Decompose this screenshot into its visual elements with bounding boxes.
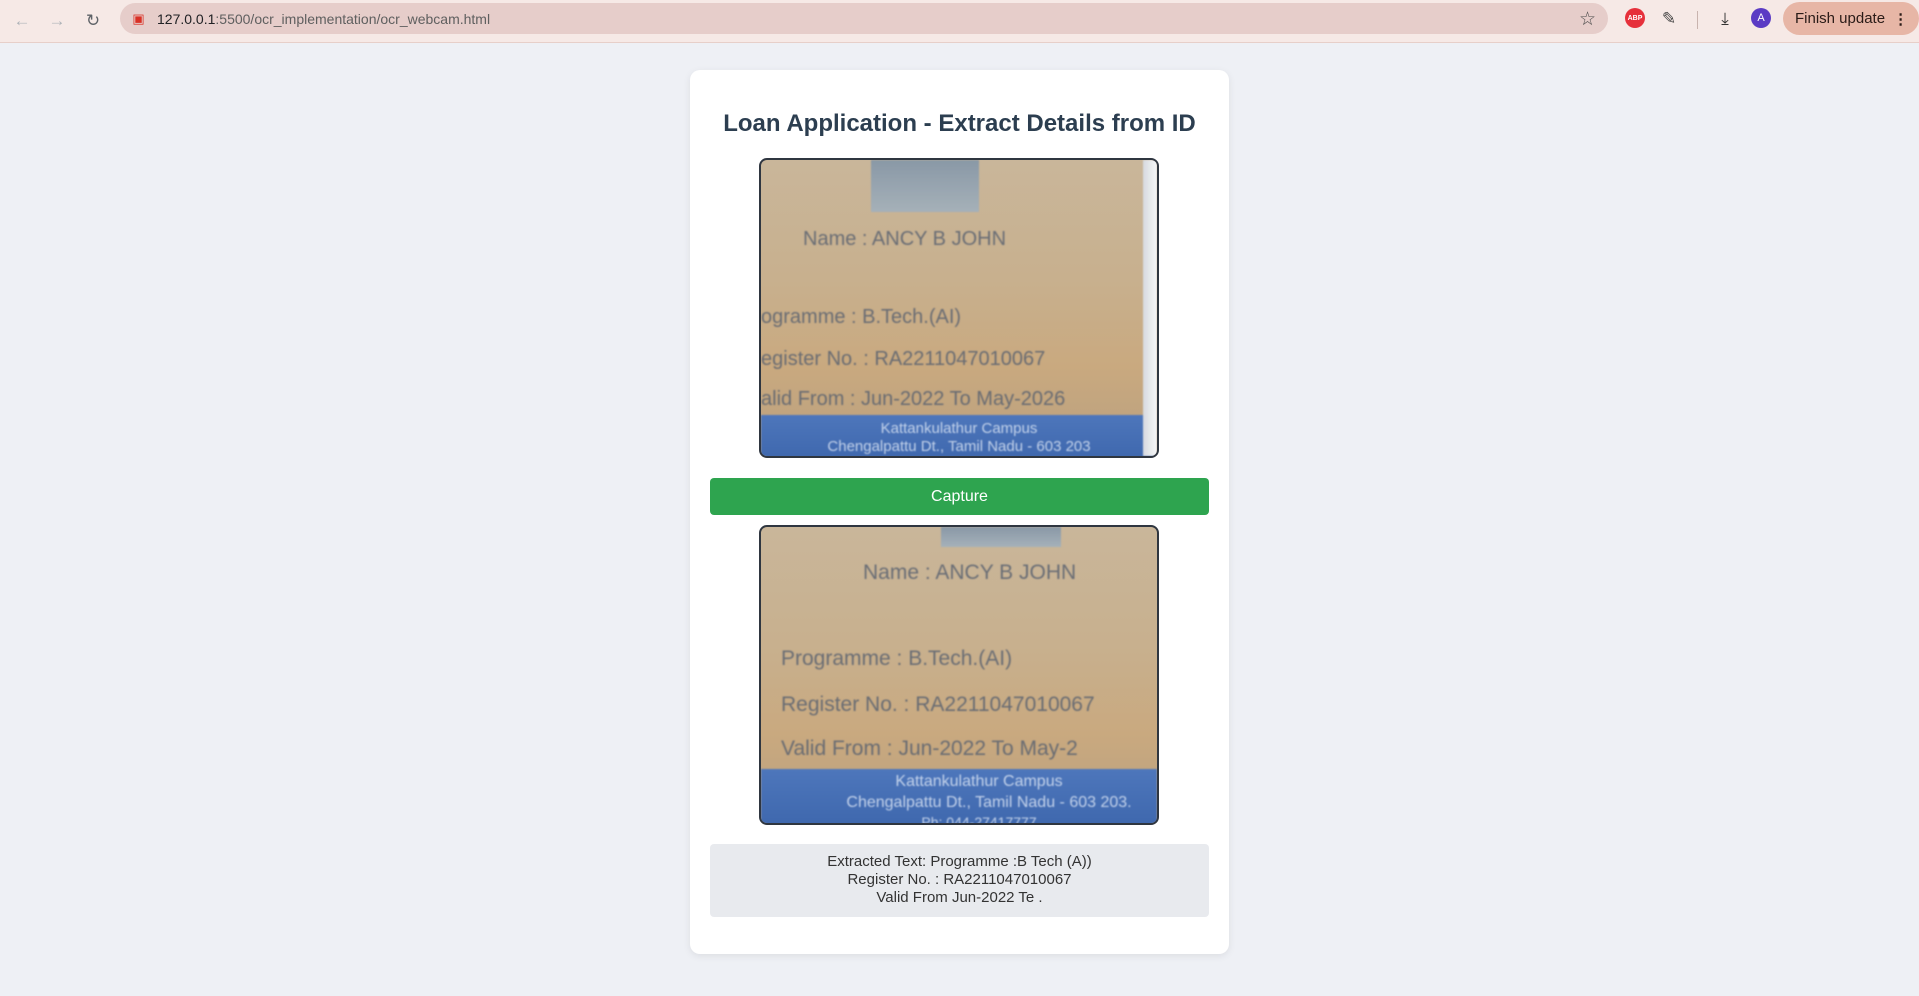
profile-avatar[interactable]: A: [1751, 8, 1771, 28]
page-title: Loan Application - Extract Details from …: [723, 110, 1196, 137]
id-valid-line: Valid From : Jun-2022 To May-2: [781, 737, 1078, 760]
extracted-text-line-3: Valid From Jun-2022 Te .: [876, 889, 1043, 906]
avatar-initial: A: [1757, 12, 1765, 24]
camera-in-use-icon[interactable]: ▣: [130, 10, 147, 27]
id-photo: [941, 527, 1061, 547]
band-address-line: Chengalpattu Dt., Tamil Nadu - 603 203: [827, 438, 1091, 455]
main-card: Loan Application - Extract Details from …: [690, 70, 1229, 954]
band-address-line: Chengalpattu Dt., Tamil Nadu - 603 203.: [846, 794, 1132, 811]
extracted-text-line-2: Register No. : RA2211047010067: [847, 871, 1072, 888]
id-valid-line: alid From : Jun-2022 To May-2026: [761, 388, 1066, 410]
finish-update-label: Finish update: [1795, 10, 1886, 27]
id-name-line: Name : ANCY B JOHN: [803, 228, 1007, 250]
id-programme-line: Programme : B.Tech.(AI): [781, 647, 1013, 670]
captured-snapshot: Name : ANCY B JOHN Programme : B.Tech.(A…: [759, 525, 1159, 825]
toolbar-divider: [1697, 11, 1698, 29]
id-register-line: egister No. : RA2211047010067: [761, 348, 1046, 370]
more-vert-icon: ⋮: [1893, 10, 1909, 28]
id-blue-band: Kattankulathur Campus Chengalpattu Dt., …: [761, 769, 1157, 825]
reload-icon[interactable]: ↻: [79, 7, 107, 35]
browser-toolbar: ← → ↻ ▣ 127.0.0.1:5500/ocr_implementatio…: [0, 0, 1919, 43]
finish-update-button[interactable]: Finish update ⋮: [1783, 2, 1919, 35]
band-campus-line: Kattankulathur Campus: [895, 773, 1063, 790]
url-text[interactable]: 127.0.0.1:5500/ocr_implementation/ocr_we…: [157, 11, 490, 27]
snapshot-frame-content: Name : ANCY B JOHN Programme : B.Tech.(A…: [761, 527, 1157, 823]
adblock-plus-icon[interactable]: ABP: [1625, 8, 1645, 28]
video-frame-content: Name : ANCY B JOHN ogramme : B.Tech.(AI)…: [761, 160, 1157, 456]
address-bar[interactable]: ▣ 127.0.0.1:5500/ocr_implementation/ocr_…: [120, 3, 1608, 34]
forward-arrow-icon[interactable]: →: [43, 7, 71, 35]
id-name-line: Name : ANCY B JOHN: [863, 561, 1077, 584]
abp-label: ABP: [1627, 14, 1643, 22]
download-icon[interactable]: ⤓: [1714, 8, 1736, 30]
band-phone-line: Ph: 044-27417777: [921, 814, 1037, 825]
webcam-video: Name : ANCY B JOHN ogramme : B.Tech.(AI)…: [759, 158, 1159, 458]
back-arrow-icon[interactable]: ←: [8, 7, 36, 35]
extensions-puzzle-icon[interactable]: ✎: [1658, 8, 1680, 30]
url-path: :5500/ocr_implementation/ocr_webcam.html: [215, 11, 491, 27]
id-programme-line: ogramme : B.Tech.(AI): [761, 306, 962, 328]
id-register-line: Register No. : RA2211047010067: [781, 693, 1095, 716]
bookmark-star-icon[interactable]: ☆: [1579, 8, 1596, 31]
extracted-text-box: Extracted Text: Programme :B Tech (A)) R…: [710, 844, 1209, 917]
capture-button[interactable]: Capture: [710, 478, 1209, 515]
band-campus-line: Kattankulathur Campus: [880, 420, 1038, 437]
extracted-text-line-1: Extracted Text: Programme :B Tech (A)): [827, 853, 1092, 870]
url-host: 127.0.0.1: [157, 11, 216, 27]
card-edge: [1143, 160, 1157, 456]
id-photo: [871, 160, 979, 212]
id-blue-band: Kattankulathur Campus Chengalpattu Dt., …: [761, 415, 1157, 456]
